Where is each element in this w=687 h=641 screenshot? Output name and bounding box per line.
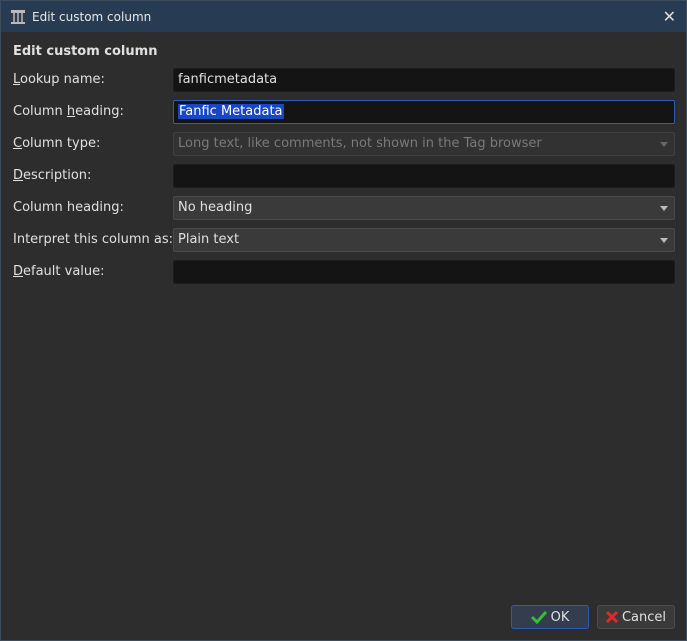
chevron-down-icon — [660, 238, 668, 243]
interpret-label: Interpret this column as: — [13, 232, 174, 247]
window-title: Edit custom column — [32, 9, 152, 24]
column-type-row: Column type: Long text, like comments, n… — [1, 132, 686, 156]
lookup-name-row: Lookup name: fanficmetadata — [1, 68, 686, 92]
default-value-row: Default value: — [1, 260, 686, 284]
chevron-down-icon — [660, 206, 668, 211]
column-heading-label: Column heading: — [13, 104, 124, 119]
heading-display-row: Column heading: No heading — [1, 196, 686, 220]
title-bar: Edit custom column ✕ — [1, 1, 686, 32]
checkmark-icon — [530, 610, 547, 624]
description-row: Description: — [1, 164, 686, 188]
chevron-down-icon — [660, 142, 668, 147]
ok-button[interactable]: OK — [511, 605, 589, 629]
interpret-row: Interpret this column as: Plain text — [1, 228, 686, 252]
x-icon — [605, 611, 618, 623]
default-value-input[interactable] — [173, 260, 675, 284]
interpret-select[interactable]: Plain text — [173, 228, 675, 252]
lookup-name-input[interactable]: fanficmetadata — [173, 68, 675, 92]
ok-label: OK — [550, 609, 570, 625]
close-icon[interactable]: ✕ — [663, 7, 676, 26]
column-type-select: Long text, like comments, not shown in t… — [173, 132, 675, 156]
cancel-button[interactable]: Cancel — [597, 605, 675, 629]
lookup-name-label: Lookup name: — [13, 72, 105, 87]
column-heading-row: Column heading: Fanfic Metadata — [1, 100, 686, 124]
description-input[interactable] — [173, 164, 675, 188]
description-label: Description: — [13, 168, 92, 183]
dialog-heading: Edit custom column — [13, 44, 158, 59]
column-heading-input[interactable]: Fanfic Metadata — [173, 100, 675, 124]
column-type-label: Column type: — [13, 136, 101, 151]
cancel-label: Cancel — [621, 609, 667, 625]
app-column-icon — [11, 9, 25, 24]
heading-display-label: Column heading: — [13, 200, 124, 215]
selected-text: Fanfic Metadata — [178, 104, 284, 119]
heading-display-select[interactable]: No heading — [173, 196, 675, 220]
default-value-label: Default value: — [13, 264, 105, 279]
